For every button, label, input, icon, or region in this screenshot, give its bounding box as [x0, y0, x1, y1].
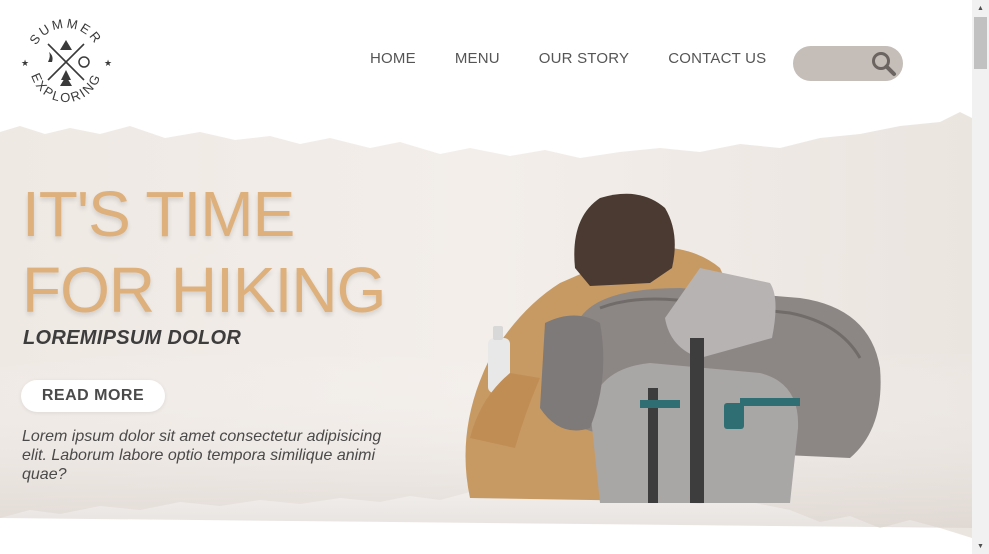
- nav-our-story[interactable]: OUR STORY: [539, 50, 629, 67]
- nav-home[interactable]: HOME: [370, 50, 416, 67]
- hero-title-line-1: IT'S TIME: [22, 178, 295, 250]
- hero-section: IT'S TIME FOR HIKING LOREMIPSUM DOLOR RE…: [0, 108, 972, 554]
- hero-title: IT'S TIME FOR HIKING: [22, 176, 386, 328]
- hero-title-line-2: FOR HIKING: [22, 254, 386, 326]
- hero-description: Lorem ipsum dolor sit amet consectetur a…: [22, 428, 382, 483]
- nav-contact-us[interactable]: CONTACT US: [668, 50, 766, 67]
- summer-exploring-logo: SUMMER EXPLORING ★ ★: [21, 16, 112, 105]
- search-box: [793, 46, 903, 81]
- scrollbar-thumb[interactable]: [974, 17, 987, 69]
- svg-text:★: ★: [21, 58, 29, 68]
- nav-menu[interactable]: MENU: [455, 50, 500, 67]
- search-input[interactable]: [805, 46, 877, 81]
- hero-subtitle: LOREMIPSUM DOLOR: [23, 327, 242, 349]
- logo[interactable]: SUMMER EXPLORING ★ ★: [18, 14, 114, 110]
- scroll-down-arrow-icon[interactable]: ▼: [972, 538, 989, 554]
- main-nav: HOME MENU OUR STORY CONTACT US: [370, 50, 805, 67]
- search-icon[interactable]: [871, 51, 897, 77]
- read-more-button[interactable]: READ MORE: [21, 380, 165, 412]
- svg-text:★: ★: [104, 58, 112, 68]
- scroll-up-arrow-icon[interactable]: ▲: [972, 0, 989, 16]
- vertical-scrollbar[interactable]: ▲ ▼: [972, 0, 989, 554]
